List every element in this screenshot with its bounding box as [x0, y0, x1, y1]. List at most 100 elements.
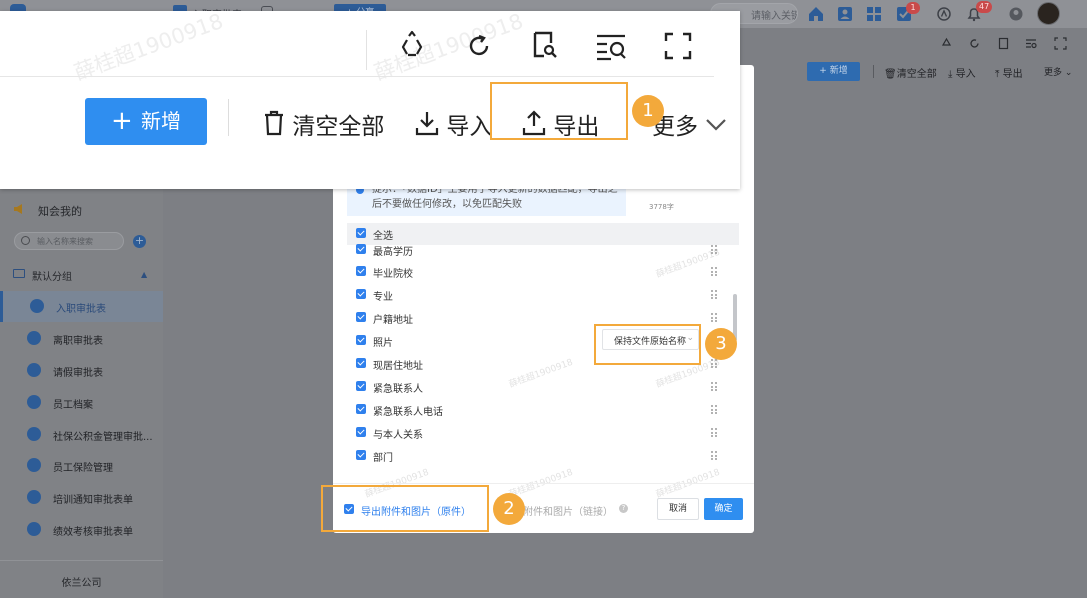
todo-badge: 1 [906, 2, 920, 14]
drag-handle-icon[interactable] [711, 451, 717, 460]
field-checkbox[interactable] [356, 358, 366, 368]
sidebar-search-input[interactable]: 输入名称来搜索 [14, 232, 124, 250]
bell-icon[interactable]: 47 [964, 1, 993, 24]
import-label: 导入 [446, 114, 493, 140]
field-checkbox[interactable] [356, 427, 366, 437]
chevron-down-icon [705, 118, 727, 132]
group-label[interactable]: 默认分组 [32, 268, 72, 283]
contacts-icon[interactable] [835, 4, 855, 24]
sidebar-item-label: 请假审批表 [53, 368, 103, 379]
select-all-row[interactable] [347, 223, 739, 245]
drag-handle-icon[interactable] [711, 245, 717, 254]
sidebar-divider [0, 560, 163, 561]
drag-handle-icon[interactable] [711, 290, 717, 299]
add-icon[interactable]: + [133, 235, 146, 248]
import-button[interactable]: 导入 [415, 107, 492, 141]
field-checkbox[interactable] [356, 335, 366, 345]
sidebar-item[interactable]: 培训通知审批表单 [0, 482, 163, 513]
field-label: 户籍地址 [373, 315, 413, 326]
help-icon[interactable]: ? [619, 504, 628, 513]
drag-handle-icon[interactable] [711, 267, 717, 276]
todo-icon[interactable]: 1 [894, 2, 920, 24]
filter-doc-icon[interactable] [997, 37, 1010, 50]
sidebar-item-label: 社保公积金管理审批... [53, 432, 153, 443]
avatar[interactable] [1037, 2, 1060, 25]
toolbar-divider [366, 30, 367, 70]
drag-handle-icon[interactable] [711, 382, 717, 391]
fullscreen-icon[interactable] [1054, 37, 1067, 50]
sidebar-item[interactable]: 绩效考核审批表单 [0, 514, 163, 545]
field-checkbox[interactable] [356, 244, 366, 254]
field-checkbox[interactable] [356, 312, 366, 322]
sidebar-item[interactable]: 员工保险管理 [0, 450, 163, 481]
megaphone-icon [13, 204, 27, 214]
new-label: 新增 [141, 109, 181, 133]
recycle-icon[interactable] [397, 30, 427, 60]
chevron-down-icon: ⌄ [1064, 68, 1073, 78]
refresh-icon[interactable] [465, 32, 493, 60]
form-icon [27, 331, 41, 345]
notify-badge: 47 [976, 1, 993, 13]
list-search-icon[interactable] [595, 32, 629, 62]
field-label: 部门 [373, 453, 393, 464]
drag-handle-icon[interactable] [711, 313, 717, 322]
field-label: 现居住地址 [373, 361, 423, 372]
drag-handle-icon[interactable] [711, 405, 717, 414]
new-button-bg[interactable]: + 新增 [807, 62, 860, 81]
callout-step-3: 3 [705, 328, 737, 360]
list-search-icon[interactable] [1025, 37, 1038, 50]
clear-all-button[interactable]: 清空全部 [263, 107, 384, 141]
filter-doc-icon[interactable] [531, 30, 559, 60]
user-switch-icon[interactable] [1006, 4, 1026, 24]
drag-handle-icon[interactable] [711, 359, 717, 368]
field-checkbox[interactable] [356, 289, 366, 299]
cancel-button[interactable]: 取消 [657, 498, 699, 520]
field-label: 紧急联系人 [373, 384, 423, 395]
field-checkbox[interactable] [356, 381, 366, 391]
field-checkbox[interactable] [356, 450, 366, 460]
field-checkbox[interactable] [356, 404, 366, 414]
refresh-icon[interactable] [968, 37, 981, 50]
sidebar-item[interactable]: 入职审批表 [0, 291, 163, 322]
more-label: 更多 [1044, 68, 1063, 78]
drag-handle-icon[interactable] [711, 428, 717, 437]
export-button-bg[interactable]: ⤒ 导出 [995, 65, 1023, 80]
sidebar-item[interactable]: 请假审批表 [0, 355, 163, 386]
watermark: 薛桂超1900918 [507, 357, 575, 391]
record-count: 3778字 [649, 203, 674, 211]
help-icon[interactable] [934, 4, 954, 24]
fullscreen-icon[interactable] [664, 32, 692, 60]
form-icon [27, 490, 41, 504]
select-all-checkbox[interactable] [356, 228, 366, 238]
sidebar-item[interactable]: 社保公积金管理审批... [0, 419, 163, 450]
form-icon [27, 395, 41, 409]
callout-box-2 [321, 485, 489, 532]
new-button[interactable]: + 新增 [85, 98, 207, 145]
field-checkbox[interactable] [356, 266, 366, 276]
apps-icon[interactable] [864, 4, 884, 24]
toolbar-divider [873, 65, 874, 78]
folder-icon [13, 269, 25, 278]
field-label: 专业 [373, 292, 393, 303]
callout-box-3 [594, 324, 701, 365]
callout-box-1 [490, 82, 628, 140]
select-all-label: 全选 [373, 231, 393, 242]
toolbar-divider [228, 99, 229, 136]
clear-all-button-bg[interactable]: 🗑清空全部 [884, 65, 937, 80]
watermark: 薛桂超1900918 [370, 8, 527, 85]
sidebar-item[interactable]: 离职审批表 [0, 323, 163, 354]
more-button-bg[interactable]: 更多 ⌄ [1044, 65, 1072, 78]
company-name: 依兰公司 [61, 578, 102, 589]
field-label: 与本人关系 [373, 430, 423, 441]
sidebar-item[interactable]: 员工档案 [0, 387, 163, 418]
callout-step-2: 2 [493, 493, 525, 525]
confirm-button[interactable]: 确定 [704, 498, 743, 520]
import-button-bg[interactable]: ⤓ 导入 [948, 65, 976, 80]
caret-up-icon[interactable]: ▲ [141, 270, 147, 279]
recycle-icon[interactable] [940, 37, 953, 50]
export-link-label[interactable]: 附件和图片（链接） [523, 503, 613, 518]
home-icon[interactable] [806, 4, 826, 24]
upload-icon: ⤒ [995, 69, 1000, 80]
search-icon [21, 236, 30, 245]
field-label: 毕业院校 [373, 269, 413, 280]
